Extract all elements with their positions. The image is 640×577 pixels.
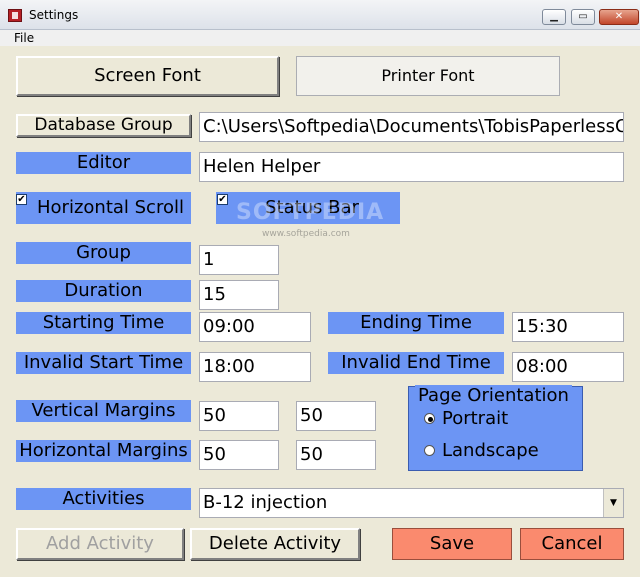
starting-time-field[interactable]: 09:00 bbox=[199, 312, 311, 342]
page-orientation-title: Page Orientation bbox=[415, 385, 572, 407]
add-activity-button[interactable]: Add Activity bbox=[16, 528, 184, 560]
activities-label: Activities bbox=[16, 488, 191, 510]
status-bar-checkbox[interactable]: ✔ bbox=[217, 194, 228, 205]
invalid-start-time-label: Invalid Start Time bbox=[16, 352, 191, 374]
save-button[interactable]: Save bbox=[392, 528, 512, 560]
group-label: Group bbox=[16, 242, 191, 264]
menu-file[interactable]: File bbox=[14, 31, 34, 45]
ending-time-label: Ending Time bbox=[328, 312, 504, 334]
horizontal-margin-1-field[interactable]: 50 bbox=[199, 440, 279, 470]
horizontal-scroll-option[interactable]: Horizontal Scroll bbox=[16, 192, 191, 224]
printer-font-button[interactable]: Printer Font bbox=[296, 56, 560, 96]
landscape-label[interactable]: Landscape bbox=[442, 440, 539, 461]
portrait-label[interactable]: Portrait bbox=[442, 408, 508, 429]
status-bar-option[interactable]: Status Bar bbox=[216, 192, 400, 224]
activities-dropdown[interactable]: B-12 injection bbox=[199, 488, 624, 518]
horizontal-margin-2-field[interactable]: 50 bbox=[296, 440, 376, 470]
window-title: Settings bbox=[29, 8, 79, 22]
editor-field[interactable]: Helen Helper bbox=[199, 152, 624, 182]
vertical-margins-label: Vertical Margins bbox=[16, 400, 191, 422]
horizontal-scroll-label: Horizontal Scroll bbox=[37, 197, 184, 218]
landscape-radio[interactable] bbox=[424, 445, 435, 456]
menu-bar bbox=[0, 30, 640, 46]
invalid-start-time-field[interactable]: 18:00 bbox=[199, 352, 311, 382]
invalid-end-time-field[interactable]: 08:00 bbox=[512, 352, 624, 382]
invalid-end-time-label: Invalid End Time bbox=[328, 352, 504, 374]
ending-time-field[interactable]: 15:30 bbox=[512, 312, 624, 342]
maximize-button[interactable]: ▭ bbox=[571, 9, 595, 25]
starting-time-label: Starting Time bbox=[16, 312, 191, 334]
duration-field[interactable]: 15 bbox=[199, 280, 279, 310]
editor-label: Editor bbox=[16, 152, 191, 174]
app-icon bbox=[8, 9, 22, 22]
duration-label: Duration bbox=[16, 280, 191, 302]
database-group-button[interactable]: Database Group bbox=[16, 114, 191, 137]
group-field[interactable]: 1 bbox=[199, 245, 279, 275]
status-bar-label: Status Bar bbox=[265, 197, 359, 218]
horizontal-margins-label: Horizontal Margins bbox=[16, 440, 191, 462]
vertical-margin-1-field[interactable]: 50 bbox=[199, 401, 279, 431]
horizontal-scroll-checkbox[interactable]: ✔ bbox=[16, 194, 27, 205]
screen-font-button[interactable]: Screen Font bbox=[16, 56, 279, 96]
chevron-down-icon[interactable]: ▼ bbox=[603, 489, 623, 517]
delete-activity-button[interactable]: Delete Activity bbox=[190, 528, 360, 560]
database-path-field[interactable]: C:\Users\Softpedia\Documents\TobisPaperl… bbox=[199, 112, 624, 142]
portrait-radio[interactable] bbox=[424, 413, 435, 424]
vertical-margin-2-field[interactable]: 50 bbox=[296, 401, 376, 431]
close-button[interactable]: ✕ bbox=[599, 9, 639, 25]
minimize-button[interactable]: ▁ bbox=[542, 9, 566, 25]
cancel-button[interactable]: Cancel bbox=[520, 528, 624, 560]
